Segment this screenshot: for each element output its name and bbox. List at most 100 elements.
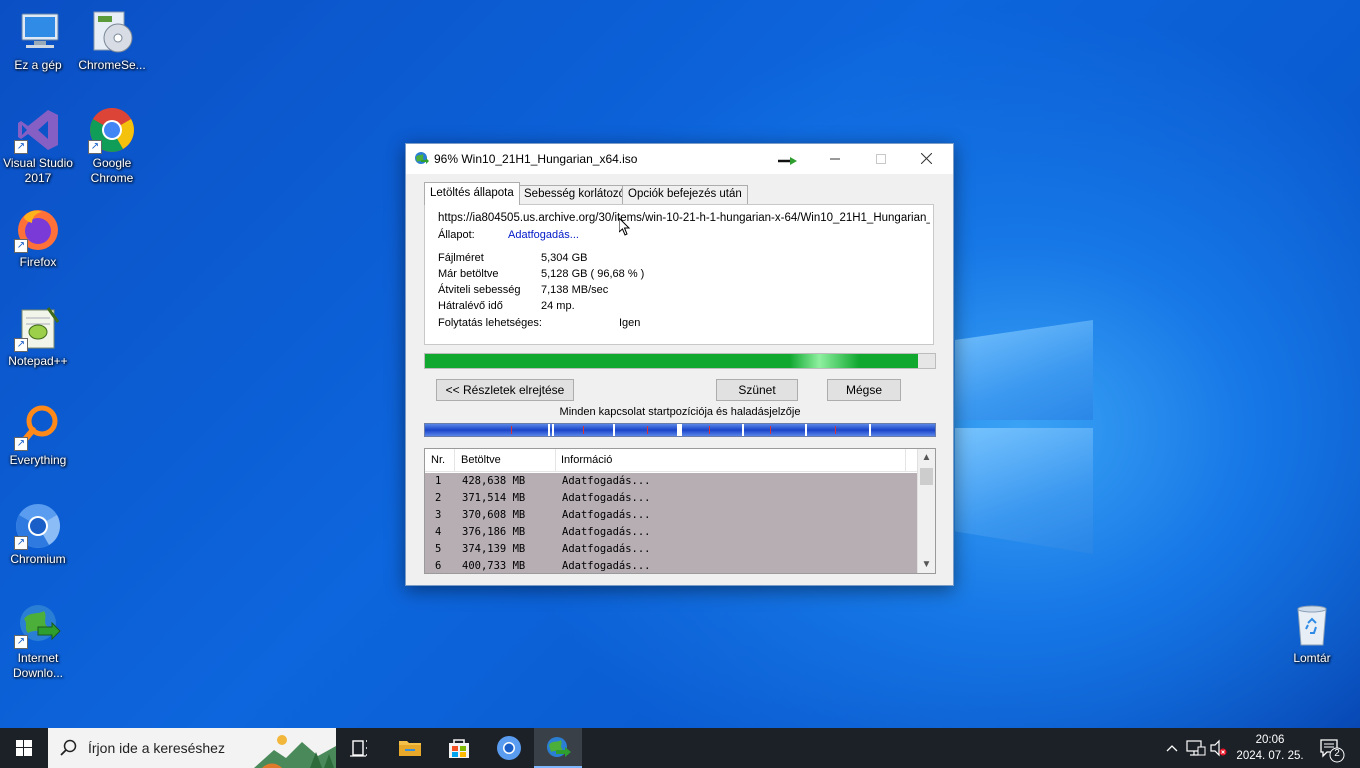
connections-caption: Minden kapcsolat startpozíciója és halad… <box>559 406 801 418</box>
cancel-button[interactable]: Mégse <box>827 379 901 401</box>
idm-download-window[interactable]: 96% Win10_21H1_Hungarian_x64.iso Letölté… <box>405 143 954 586</box>
column-header-nr[interactable]: Nr. <box>431 454 445 466</box>
desktop-icon-notepad-plus-plus[interactable]: ↗ Notepad++ <box>0 304 76 369</box>
notepad-plus-plus-icon: ↗ <box>14 304 62 352</box>
status-value: Adatfogadás... <box>508 229 579 241</box>
clock-date: 2024. 07. 25. <box>1236 750 1304 762</box>
desktop-icon-firefox[interactable]: ↗ Firefox <box>0 205 76 270</box>
row-nr: 4 <box>435 526 442 538</box>
window-title: 96% Win10_21H1_Hungarian_x64.iso <box>434 152 638 166</box>
task-view-button[interactable] <box>336 728 384 768</box>
table-vertical-scrollbar[interactable]: ▲ ▼ <box>917 449 935 573</box>
desktop-icon-label: Lomtár <box>1293 651 1331 665</box>
connections-table[interactable]: Nr. Betöltve Információ 1 428,638 MB Ada… <box>424 448 936 574</box>
maximize-button[interactable] <box>858 144 904 174</box>
shortcut-arrow-icon: ↗ <box>14 140 28 154</box>
column-header-info[interactable]: Információ <box>561 454 612 466</box>
download-arrow-icon <box>778 155 798 165</box>
download-status-panel: https://ia804505.us.archive.org/30/items… <box>424 204 934 345</box>
table-row[interactable]: 3 370,608 MB Adatfogadás... <box>425 507 917 524</box>
row-loaded: 376,186 MB <box>462 526 526 538</box>
row-loaded: 400,733 MB <box>462 560 526 572</box>
column-header-loaded[interactable]: Betöltve <box>461 454 501 466</box>
table-row[interactable]: 1 428,638 MB Adatfogadás... <box>425 473 917 490</box>
chevron-up-icon <box>1166 745 1178 752</box>
shortcut-arrow-icon: ↗ <box>14 536 28 550</box>
installer-disc-icon <box>88 8 136 56</box>
taskbar-chromium[interactable] <box>485 728 533 768</box>
progress-fill <box>425 354 919 368</box>
downloaded-label: Már betöltve <box>438 268 499 280</box>
show-hidden-icons-button[interactable] <box>1162 728 1182 768</box>
row-info: Adatfogadás... <box>562 560 651 572</box>
network-tray-button[interactable] <box>1184 728 1208 768</box>
windows-logo-wallpaper <box>955 298 1093 554</box>
row-loaded: 428,638 MB <box>462 475 526 487</box>
scroll-down-arrow-icon[interactable]: ▼ <box>918 556 935 573</box>
chrome-icon: ↗ <box>88 106 136 154</box>
desktop-icon-chromesetup[interactable]: ChromeSe... <box>74 8 150 73</box>
tab-options-on-completion[interactable]: Opciók befejezés után <box>622 185 748 204</box>
row-loaded: 370,608 MB <box>462 509 526 521</box>
table-rows: 1 428,638 MB Adatfogadás... 2 371,514 MB… <box>425 473 917 573</box>
taskbar-clock[interactable]: 20:06 2024. 07. 25. <box>1229 732 1311 764</box>
desktop-icon-recycle-bin[interactable]: Lomtár <box>1274 601 1350 666</box>
close-button[interactable] <box>903 144 949 174</box>
window-titlebar[interactable]: 96% Win10_21H1_Hungarian_x64.iso <box>406 144 953 174</box>
desktop-icon-label: ChromeSe... <box>78 58 146 72</box>
desktop-icon-label: Firefox <box>19 255 57 269</box>
shortcut-arrow-icon: ↗ <box>14 239 28 253</box>
taskbar: Írjon ide a kereséshez 20:06 2024. 07. 2… <box>0 728 1360 768</box>
desktop-icon-this-pc[interactable]: Ez a gép <box>0 8 76 73</box>
scroll-up-arrow-icon[interactable]: ▲ <box>918 449 935 466</box>
desktop-icon-label: Google Chrome <box>90 156 134 185</box>
taskbar-search-box[interactable]: Írjon ide a kereséshez <box>48 728 336 768</box>
shortcut-arrow-icon: ↗ <box>14 635 28 649</box>
volume-tray-button[interactable] <box>1208 728 1230 768</box>
row-info: Adatfogadás... <box>562 526 651 538</box>
idm-globe-icon <box>547 737 571 757</box>
store-icon <box>449 739 469 758</box>
hide-details-button[interactable]: << Részletek elrejtése <box>436 379 574 401</box>
action-center-button[interactable]: 2 <box>1312 728 1360 768</box>
transfer-rate-label: Átviteli sebesség <box>438 284 521 296</box>
search-highlight-illustration-icon <box>254 728 336 768</box>
scrollbar-thumb[interactable] <box>920 468 933 485</box>
table-row[interactable]: 2 371,514 MB Adatfogadás... <box>425 490 917 507</box>
download-progress-bar <box>424 353 936 369</box>
windows-start-icon <box>16 740 32 756</box>
desktop-icon-label: Notepad++ <box>8 354 68 368</box>
row-info: Adatfogadás... <box>562 543 651 555</box>
status-label: Állapot: <box>438 229 475 241</box>
taskbar-microsoft-store[interactable] <box>435 728 483 768</box>
row-info: Adatfogadás... <box>562 492 651 504</box>
task-view-icon <box>350 740 367 757</box>
resume-capability-value: Igen <box>619 317 641 329</box>
taskbar-file-explorer[interactable] <box>386 728 434 768</box>
desktop-icon-label: Visual Studio 2017 <box>3 156 73 185</box>
downloaded-value: 5,128 GB ( 96,68 % ) <box>541 268 645 280</box>
desktop-icon-google-chrome[interactable]: ↗ Google Chrome <box>74 106 150 186</box>
tab-download-status[interactable]: Letöltés állapota <box>424 182 520 205</box>
minimize-button[interactable] <box>812 144 858 174</box>
desktop-icon-internet-download-manager[interactable]: ↗ Internet Downlo... <box>0 601 76 681</box>
row-info: Adatfogadás... <box>562 475 651 487</box>
row-nr: 5 <box>435 543 442 555</box>
desktop-icon-visual-studio[interactable]: ↗ Visual Studio 2017 <box>0 106 76 186</box>
tab-speed-limiter[interactable]: Sebesség korlátozó <box>518 185 632 204</box>
desktop-icon-chromium[interactable]: ↗ Chromium <box>0 502 76 567</box>
firefox-icon: ↗ <box>14 205 62 253</box>
file-size-label: Fájlméret <box>438 252 484 264</box>
taskbar-internet-download-manager[interactable] <box>534 728 582 768</box>
table-row[interactable]: 6 400,733 MB Adatfogadás... <box>425 558 917 573</box>
table-row[interactable]: 5 374,139 MB Adatfogadás... <box>425 541 917 558</box>
desktop-icon-everything[interactable]: ↗ Everything <box>0 403 76 468</box>
start-button[interactable] <box>0 728 48 768</box>
pause-button[interactable]: Szünet <box>716 379 798 401</box>
table-row[interactable]: 4 376,186 MB Adatfogadás... <box>425 524 917 541</box>
row-loaded: 374,139 MB <box>462 543 526 555</box>
row-info: Adatfogadás... <box>562 509 651 521</box>
idm-app-icon <box>413 151 429 167</box>
row-nr: 3 <box>435 509 442 521</box>
row-nr: 1 <box>435 475 442 487</box>
